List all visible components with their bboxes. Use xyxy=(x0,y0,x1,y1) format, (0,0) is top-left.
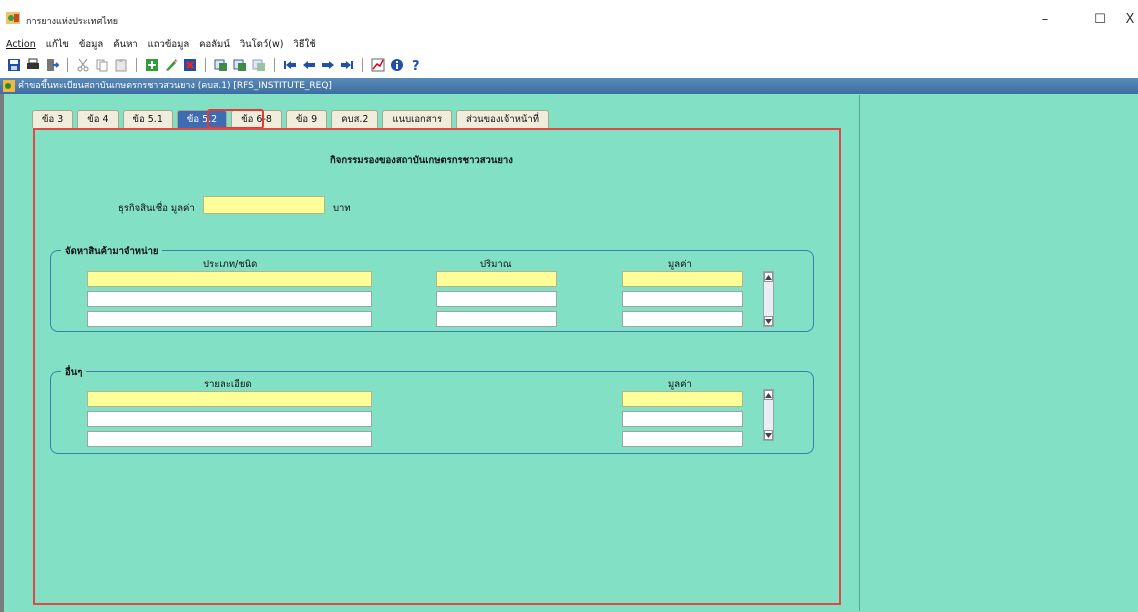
procurement-type-field[interactable] xyxy=(87,271,372,287)
menu-column[interactable]: คอลัมน์ xyxy=(193,37,234,53)
procurement-value-field[interactable] xyxy=(622,271,743,287)
tab-officer-section[interactable]: ส่วนของเจ้าหน้าที่ xyxy=(456,110,550,128)
menu-search[interactable]: ค้นหา xyxy=(107,37,141,53)
other-detail-field[interactable] xyxy=(87,411,372,427)
close-button[interactable]: X xyxy=(1122,8,1138,30)
scroll-down-icon[interactable] xyxy=(764,430,773,440)
procurement-type-field[interactable] xyxy=(87,311,372,327)
procurement-type-header: ประเภท/ชนิด xyxy=(203,259,258,270)
svg-text:?: ? xyxy=(412,59,420,72)
app-icon xyxy=(6,12,20,24)
delete-record-icon[interactable] xyxy=(182,57,198,73)
help-icon[interactable]: ? xyxy=(408,57,424,73)
workspace-left-edge xyxy=(0,94,4,612)
info-icon[interactable] xyxy=(389,57,405,73)
procurement-value-header: มูลค่า xyxy=(668,259,692,270)
tab-attachments[interactable]: แนบเอกสาร xyxy=(382,110,453,128)
other-value-field[interactable] xyxy=(622,391,743,407)
form-title: คำขอขึ้นทะเบียนสถาบันเกษตรกรชาวสวนยาง (ค… xyxy=(18,81,332,91)
exit-icon[interactable] xyxy=(44,57,60,73)
menu-record[interactable]: แถวข้อมูล xyxy=(142,37,194,53)
tab-item-5-1[interactable]: ข้อ 5.1 xyxy=(122,110,173,128)
other-detail-field[interactable] xyxy=(87,391,372,407)
menu-edit[interactable]: แก้ไข xyxy=(40,37,73,53)
tab-content-highlight xyxy=(33,128,841,605)
maximize-button[interactable]: ☐ xyxy=(1085,8,1115,30)
active-tab-highlight xyxy=(207,109,264,129)
menu-help[interactable]: วิธีใช้ xyxy=(287,37,319,53)
form-icon xyxy=(3,80,15,92)
title-bar: การยางแห่งประเทศไทย – ☐ X xyxy=(0,0,1138,34)
other-value-field[interactable] xyxy=(622,411,743,427)
next-record-icon[interactable] xyxy=(320,57,336,73)
form-window-caption: คำขอขึ้นทะเบียนสถาบันเกษตรกรชาวสวนยาง (ค… xyxy=(0,78,1138,94)
procurement-qty-field[interactable] xyxy=(436,271,557,287)
procurement-type-field[interactable] xyxy=(87,291,372,307)
procurement-scrollbar[interactable] xyxy=(763,271,774,327)
print-icon[interactable] xyxy=(25,57,41,73)
other-group-title: อื่นๆ xyxy=(61,365,87,380)
credit-value-label: ธุรกิจสินเชื่อ มูลค่า xyxy=(118,203,195,214)
other-value-field[interactable] xyxy=(622,431,743,447)
credit-unit-label: บาท xyxy=(333,203,351,214)
procurement-group-title: จัดหาสินค้ามาจำหน่าย xyxy=(61,244,163,259)
tab-item-4[interactable]: ข้อ 4 xyxy=(77,110,119,128)
other-scrollbar[interactable] xyxy=(763,389,774,441)
edit-record-icon[interactable] xyxy=(163,57,179,73)
toolbar-separator xyxy=(362,58,363,72)
toolbar-separator xyxy=(274,58,275,72)
toolbar: ? xyxy=(6,56,424,74)
procurement-qty-header: ปริมาณ xyxy=(480,259,512,270)
tab-bar: ข้อ 3 ข้อ 4 ข้อ 5.1 ข้อ 5.2 ข้อ 6-8 ข้อ … xyxy=(32,110,553,128)
scroll-down-icon[interactable] xyxy=(764,316,773,326)
app-title: การยางแห่งประเทศไทย xyxy=(26,17,119,27)
scroll-up-icon[interactable] xyxy=(764,272,773,282)
procurement-qty-field[interactable] xyxy=(436,311,557,327)
execute-query-icon[interactable] xyxy=(232,57,248,73)
section-title: กิจกรรมรองของสถาบันเกษตรกรชาวสวนยาง xyxy=(330,155,513,166)
minimize-button[interactable]: – xyxy=(1030,8,1060,30)
tab-kbs2[interactable]: คบส.2 xyxy=(331,110,379,128)
last-record-icon[interactable] xyxy=(339,57,355,73)
paste-icon[interactable] xyxy=(113,57,129,73)
other-detail-field[interactable] xyxy=(87,431,372,447)
insert-record-icon[interactable] xyxy=(144,57,160,73)
toolbar-separator xyxy=(136,58,137,72)
procurement-qty-field[interactable] xyxy=(436,291,557,307)
first-record-icon[interactable] xyxy=(282,57,298,73)
toolbar-separator xyxy=(67,58,68,72)
other-detail-header: รายละเอียด xyxy=(204,379,252,390)
menu-bar: Action แก้ไข ข้อมูล ค้นหา แถวข้อมูล คอลั… xyxy=(0,37,1138,53)
credit-value-field[interactable] xyxy=(203,196,325,214)
cut-icon[interactable] xyxy=(75,57,91,73)
chart-icon[interactable] xyxy=(370,57,386,73)
tab-item-3[interactable]: ข้อ 3 xyxy=(32,110,74,128)
save-icon[interactable] xyxy=(6,57,22,73)
previous-record-icon[interactable] xyxy=(301,57,317,73)
other-value-header: มูลค่า xyxy=(668,379,692,390)
menu-data[interactable]: ข้อมูล xyxy=(73,37,107,53)
procurement-value-field[interactable] xyxy=(622,311,743,327)
menu-action[interactable]: Action xyxy=(0,37,40,53)
cancel-query-icon[interactable] xyxy=(251,57,267,73)
tab-item-9[interactable]: ข้อ 9 xyxy=(285,110,328,128)
copy-icon[interactable] xyxy=(94,57,110,73)
toolbar-separator xyxy=(205,58,206,72)
menu-window[interactable]: วินโดว์(w) xyxy=(234,37,288,53)
procurement-value-field[interactable] xyxy=(622,291,743,307)
query-icon[interactable] xyxy=(213,57,229,73)
scroll-up-icon[interactable] xyxy=(764,390,773,400)
